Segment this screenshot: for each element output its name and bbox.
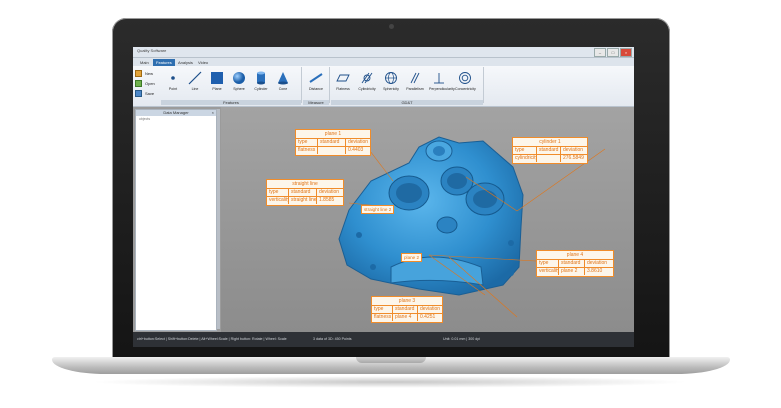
panel-title: Data Manager × — [136, 110, 216, 116]
cylinder-button[interactable]: Cylinder — [251, 71, 271, 91]
cylindricity-icon — [361, 72, 373, 84]
sphericity-icon — [385, 72, 397, 84]
parallelism-icon — [410, 72, 420, 84]
annotation-straight-line[interactable]: straight line type standard deviation ve… — [266, 179, 344, 206]
ribbon-tabs: Main Features Analysis Video — [133, 58, 634, 66]
line-icon — [188, 71, 202, 85]
cone-icon — [278, 72, 288, 85]
annotation-plane-1[interactable]: plane 1 type standard deviation flatness… — [295, 129, 371, 156]
panel-close-icon[interactable]: × — [212, 110, 214, 116]
perpendicularity-icon — [434, 73, 444, 84]
flatness-button[interactable]: Flatness — [333, 71, 353, 91]
annotation-plane-3[interactable]: plane 3 type standard deviation flatness… — [371, 296, 443, 323]
gdt-group: Flatness Cylindricity Sphericity Paralle… — [331, 67, 484, 105]
tab-video[interactable]: Video — [195, 59, 211, 66]
save-icon — [135, 89, 142, 97]
webcam — [389, 24, 394, 29]
parallelism-button[interactable]: Parallelism — [405, 71, 425, 91]
concentricity-icon — [459, 72, 471, 84]
measure-group: Distance Measure — [303, 67, 330, 105]
app-window: Quality Software – □ × Main Features Ana… — [133, 47, 634, 347]
app-title: Quality Software — [137, 48, 167, 53]
tag-straight-line-2[interactable]: straight line 2 — [361, 205, 395, 214]
plane-button[interactable]: Plane — [207, 71, 227, 91]
line-button[interactable]: Line — [185, 71, 205, 91]
cylindricity-button[interactable]: Cylindricity — [357, 71, 377, 91]
measure-group-label: Measure — [303, 100, 329, 105]
status-points: 3 data of 3D: 450 Points — [313, 337, 352, 341]
title-bar: Quality Software – □ × — [133, 47, 634, 58]
features-group-label: Features — [161, 100, 301, 105]
status-unit: Unit: 0.01 mm | 300 dpi — [443, 337, 481, 341]
annotation-cylinder-1[interactable]: cylinder 1 type standard deviation cylin… — [512, 137, 588, 164]
ribbon: New Open Save Point Line Plane Sphere Cy… — [133, 66, 634, 107]
point-icon — [171, 76, 175, 80]
panel-tree-root[interactable]: objects — [136, 116, 216, 122]
maximize-button[interactable]: □ — [607, 48, 619, 57]
cone-button[interactable]: Cone — [273, 71, 293, 91]
panel-splitter[interactable] — [217, 109, 220, 329]
status-hint: ctrl+button:Select | Shift+button:Delete… — [137, 337, 287, 341]
sphere-button[interactable]: Sphere — [229, 71, 249, 91]
3d-viewport[interactable]: plane 1 type standard deviation flatness… — [221, 107, 634, 334]
new-icon — [135, 69, 142, 77]
laptop-notch — [356, 357, 426, 363]
tab-analysis[interactable]: Analysis — [175, 59, 196, 66]
new-button[interactable]: New — [135, 68, 157, 78]
plane-icon — [211, 72, 223, 84]
data-manager-panel: Data Manager × objects — [135, 109, 217, 331]
open-button[interactable]: Open — [135, 78, 157, 88]
features-group: Point Line Plane Sphere Cylinder Cone Fe… — [161, 67, 302, 105]
laptop-shadow — [90, 376, 690, 388]
tag-plane-2[interactable]: plane 2 — [401, 253, 423, 262]
perpendicularity-button[interactable]: Perpendicularity — [429, 71, 455, 91]
cylinder-icon — [257, 71, 265, 85]
point-button[interactable]: Point — [163, 71, 183, 91]
minimize-button[interactable]: – — [594, 48, 606, 57]
gdt-group-label: GD&T — [331, 100, 483, 105]
annotation-plane-4[interactable]: plane 4 type standard deviation vertical… — [536, 250, 614, 277]
flatness-icon — [336, 74, 350, 82]
status-bar: ctrl+button:Select | Shift+button:Delete… — [133, 332, 634, 347]
tab-main[interactable]: Main — [137, 59, 152, 66]
tab-features[interactable]: Features — [153, 59, 175, 66]
sphere-icon — [233, 72, 245, 84]
save-button[interactable]: Save — [135, 88, 157, 98]
distance-icon — [309, 73, 323, 83]
close-button[interactable]: × — [620, 48, 632, 57]
concentricity-button[interactable]: Concentricity — [455, 71, 476, 91]
file-commands: New Open Save — [135, 68, 157, 98]
open-icon — [135, 79, 142, 87]
sphericity-button[interactable]: Sphericity — [381, 71, 401, 91]
distance-button[interactable]: Distance — [306, 71, 326, 91]
